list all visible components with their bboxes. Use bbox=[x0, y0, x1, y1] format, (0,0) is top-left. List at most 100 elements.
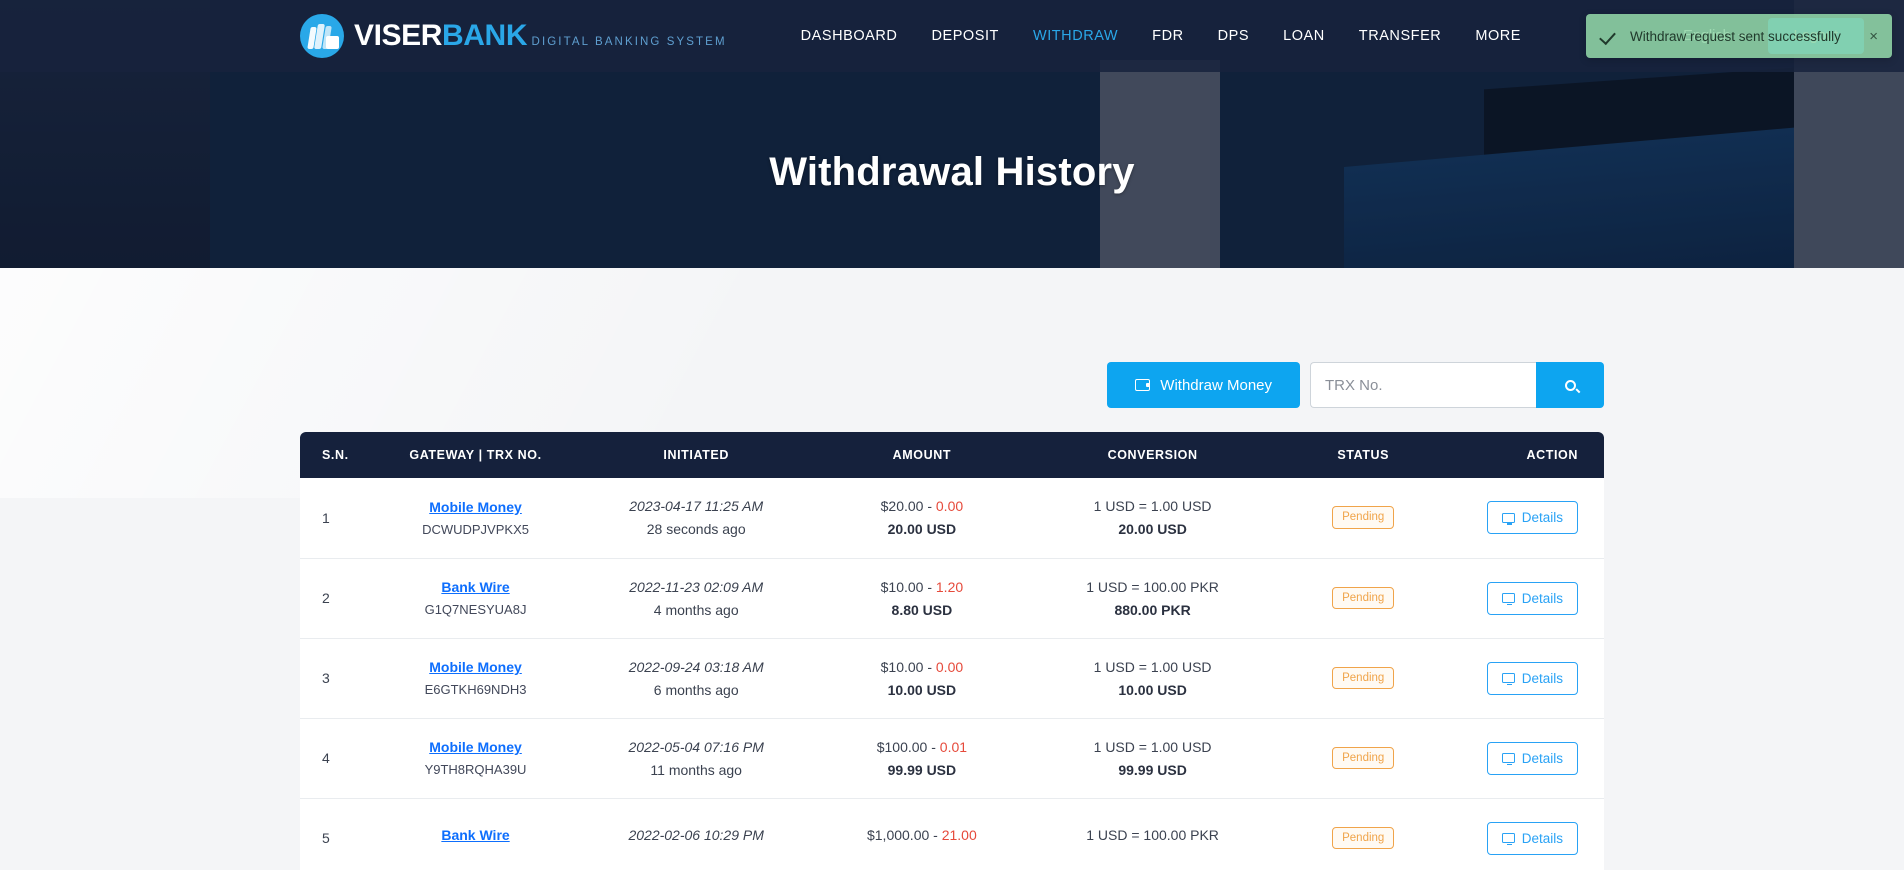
withdraw-money-button[interactable]: Withdraw Money bbox=[1107, 362, 1300, 408]
cell-initiated: 2023-04-17 11:25 AM 28 seconds ago bbox=[581, 478, 812, 558]
initiated-relative: 28 seconds ago bbox=[646, 521, 746, 538]
brand-name-part2: BANK bbox=[442, 19, 528, 52]
details-button-label: Details bbox=[1521, 830, 1563, 846]
table-row: 3 Mobile Money E6GTKH69NDH3 2022-09-24 03:1… bbox=[300, 638, 1604, 718]
cell-amount: $10.00 - 1.20 8.80 USD bbox=[812, 558, 1033, 638]
initiated-relative: 4 months ago bbox=[653, 601, 739, 618]
details-button[interactable]: Details bbox=[1486, 661, 1578, 695]
cell-status: Pending bbox=[1273, 718, 1454, 798]
amount-net: 99.99 USD bbox=[887, 761, 957, 778]
amount-gross: $10.00 - 1.20 bbox=[822, 579, 1023, 595]
cell-conversion: 1 USD = 100.00 PKR 880.00 PKR bbox=[1032, 558, 1273, 638]
cell-conversion: 1 USD = 1.00 USD 20.00 USD bbox=[1032, 478, 1273, 558]
details-button[interactable]: Details bbox=[1486, 741, 1578, 775]
gateway-link[interactable]: Mobile Money bbox=[380, 659, 571, 675]
check-icon bbox=[1600, 28, 1617, 45]
nav-item-loan[interactable]: LOAN bbox=[1283, 27, 1325, 45]
gateway-link[interactable]: Bank Wire bbox=[380, 827, 571, 843]
amount-gross: $10.00 - 0.00 bbox=[822, 659, 1023, 675]
nav-item-dashboard[interactable]: DASHBOARD bbox=[801, 27, 898, 45]
nav-item-deposit[interactable]: DEPOSIT bbox=[931, 27, 999, 45]
details-button-label: Details bbox=[1521, 750, 1563, 766]
trx-number: E6GTKH69NDH3 bbox=[424, 682, 527, 697]
cell-status: Pending bbox=[1273, 558, 1454, 638]
toast-message: Withdraw request sent successfully bbox=[1630, 28, 1841, 44]
conversion-rate: 1 USD = 1.00 USD bbox=[1093, 738, 1212, 755]
cell-sn: 2 bbox=[322, 590, 330, 606]
cell-status: Pending bbox=[1273, 798, 1454, 870]
brand-name: VISERBANK bbox=[354, 19, 527, 52]
cell-status: Pending bbox=[1273, 638, 1454, 718]
details-button[interactable]: Details bbox=[1486, 501, 1578, 535]
monitor-icon bbox=[1501, 833, 1515, 846]
success-toast: Withdraw request sent successfully × bbox=[1586, 14, 1892, 58]
search-input[interactable] bbox=[1310, 362, 1536, 408]
cell-amount: $20.00 - 0.00 20.00 USD bbox=[812, 478, 1033, 558]
cell-action: Details bbox=[1454, 718, 1605, 798]
conversion-amount: 880.00 PKR bbox=[1114, 601, 1191, 618]
content-container: Withdraw Money S.N. GATEWAY | TRX NO. IN… bbox=[300, 268, 1604, 870]
amount-net: 8.80 USD bbox=[891, 601, 953, 618]
amount-net: 20.00 USD bbox=[887, 521, 957, 538]
conversion-amount: 20.00 USD bbox=[1118, 521, 1187, 538]
nav-item-dps[interactable]: DPS bbox=[1218, 27, 1249, 45]
gateway-link[interactable]: Mobile Money bbox=[380, 739, 571, 755]
amount-charge: 0.01 bbox=[939, 738, 968, 755]
nav-link-dashboard[interactable]: DASHBOARD bbox=[801, 28, 898, 44]
initiated-date: 2023-04-17 11:25 AM bbox=[629, 498, 764, 515]
amount-base: $1,000.00 - bbox=[866, 826, 942, 843]
nav-link-deposit[interactable]: DEPOSIT bbox=[931, 28, 999, 44]
table-row: 1 Mobile Money DCWUDPJVPKX5 2023-04-17 11:2… bbox=[300, 478, 1604, 558]
cell-conversion: 1 USD = 1.00 USD 99.99 USD bbox=[1032, 718, 1273, 798]
nav-link-transfer[interactable]: TRANSFER bbox=[1359, 28, 1442, 44]
cell-sn: 3 bbox=[322, 670, 330, 686]
cell-action: Details bbox=[1454, 558, 1605, 638]
cell-conversion: 1 USD = 100.00 PKR bbox=[1032, 798, 1273, 870]
table-row: 5 Bank Wire 2022-02-06 10:29 PM $1,000.00 -… bbox=[300, 798, 1604, 870]
trx-number: G1Q7NESYUA8J bbox=[424, 602, 527, 617]
details-button-label: Details bbox=[1521, 590, 1563, 606]
status-badge: Pending bbox=[1332, 746, 1395, 770]
gateway-link[interactable]: Bank Wire bbox=[380, 579, 571, 595]
conversion-rate: 1 USD = 100.00 PKR bbox=[1086, 578, 1219, 595]
details-button[interactable]: Details bbox=[1486, 581, 1578, 615]
cell-sn: 1 bbox=[322, 509, 330, 526]
amount-base: $10.00 - bbox=[880, 658, 936, 675]
table-row: 4 Mobile Money Y9TH8RQHA39U 2022-05-04 07:1… bbox=[300, 718, 1604, 798]
initiated-date: 2022-11-23 02:09 AM bbox=[629, 578, 764, 595]
column-header-conversion: CONVERSION bbox=[1032, 432, 1273, 478]
status-badge: Pending bbox=[1332, 826, 1395, 850]
main-menu: DASHBOARD DEPOSIT WITHDRAW FDR DPS LOAN … bbox=[801, 27, 1521, 45]
nav-item-fdr[interactable]: FDR bbox=[1152, 27, 1183, 45]
nav-item-transfer[interactable]: TRANSFER bbox=[1359, 27, 1442, 45]
nav-link-fdr[interactable]: FDR bbox=[1152, 28, 1183, 44]
cell-amount: $10.00 - 0.00 10.00 USD bbox=[812, 638, 1033, 718]
monitor-icon bbox=[1501, 673, 1515, 686]
nav-link-more[interactable]: MORE bbox=[1475, 28, 1521, 44]
page-body: Withdraw Money S.N. GATEWAY | TRX NO. IN… bbox=[0, 268, 1904, 870]
nav-item-more[interactable]: MORE bbox=[1475, 27, 1521, 45]
table-header-row: S.N. GATEWAY | TRX NO. INITIATED AMOUNT … bbox=[300, 432, 1604, 478]
withdrawal-history-table-wrapper: S.N. GATEWAY | TRX NO. INITIATED AMOUNT … bbox=[300, 432, 1604, 870]
nav-link-dps[interactable]: DPS bbox=[1218, 28, 1249, 44]
search-button[interactable] bbox=[1536, 362, 1604, 408]
amount-charge: 0.00 bbox=[935, 498, 964, 515]
table-toolbar: Withdraw Money bbox=[300, 268, 1604, 408]
nav-item-withdraw[interactable]: WITHDRAW bbox=[1033, 27, 1118, 45]
cell-action: Details bbox=[1454, 478, 1605, 558]
cell-conversion: 1 USD = 1.00 USD 10.00 USD bbox=[1032, 638, 1273, 718]
monitor-icon bbox=[1501, 753, 1515, 766]
brand-logo-link[interactable]: VISERBANK DIGITAL BANKING SYSTEM bbox=[300, 14, 727, 58]
gateway-link[interactable]: Mobile Money bbox=[380, 499, 571, 515]
column-header-status: STATUS bbox=[1272, 432, 1454, 478]
withdraw-money-label: Withdraw Money bbox=[1160, 376, 1272, 394]
column-header-sn: S.N. bbox=[300, 432, 371, 478]
amount-charge: 21.00 bbox=[941, 826, 977, 843]
nav-link-loan[interactable]: LOAN bbox=[1283, 28, 1325, 44]
column-header-amount: AMOUNT bbox=[811, 432, 1033, 478]
details-button[interactable]: Details bbox=[1486, 821, 1578, 855]
close-icon[interactable]: × bbox=[1869, 29, 1878, 44]
nav-link-withdraw[interactable]: WITHDRAW bbox=[1033, 28, 1118, 44]
initiated-date: 2022-05-04 07:16 PM bbox=[628, 738, 764, 755]
brand-text: VISERBANK DIGITAL BANKING SYSTEM bbox=[354, 21, 727, 51]
